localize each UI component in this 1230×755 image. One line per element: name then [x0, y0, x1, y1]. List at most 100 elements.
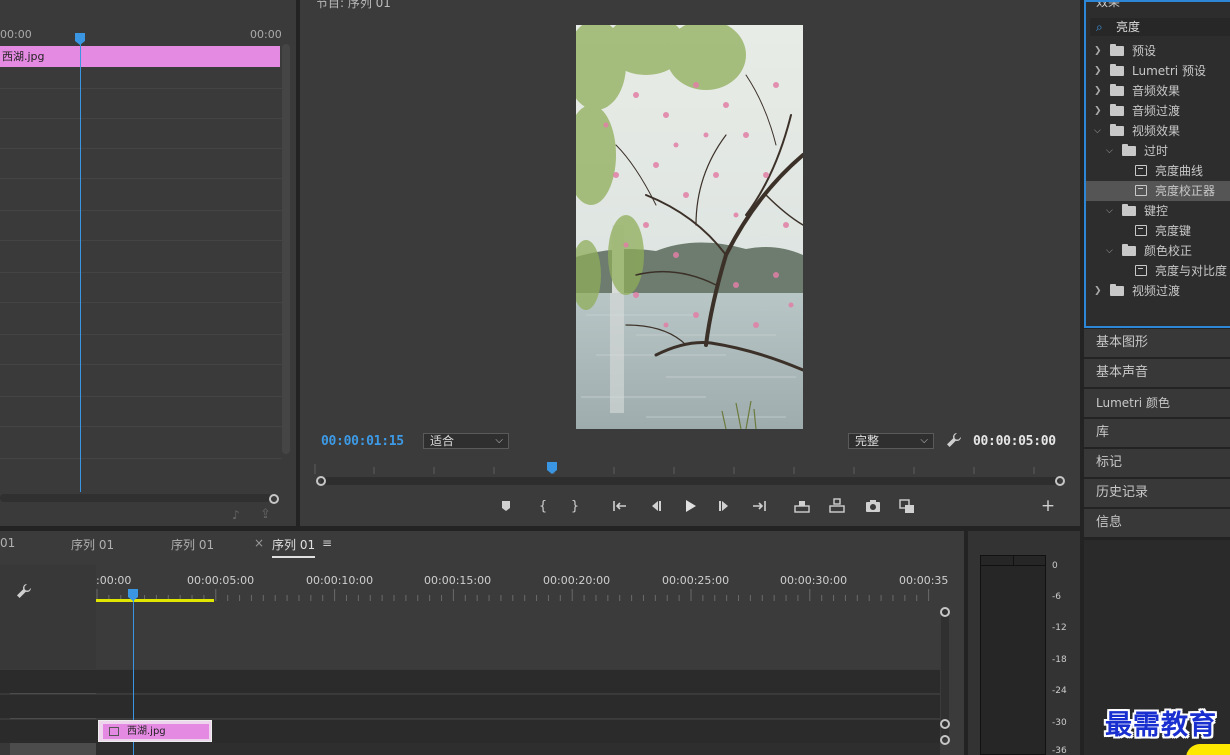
source-horizontal-scrollbar[interactable] — [0, 494, 272, 502]
effects-tree-item[interactable]: ⌵ 颜色校正 — [1086, 241, 1230, 261]
video-image — [576, 25, 803, 429]
ruler-label: 00:00:10:00 — [306, 574, 374, 587]
effects-tree-item[interactable]: 亮度曲线 — [1086, 161, 1230, 181]
watermark-text: 最需教育 — [1105, 710, 1217, 741]
scroll-handle[interactable] — [940, 607, 950, 617]
timeline-tab[interactable]: 序列 01 — [71, 536, 114, 553]
db-label: -6 — [1052, 592, 1061, 602]
go-to-out-button[interactable] — [748, 496, 770, 516]
add-marker-button[interactable] — [495, 496, 517, 516]
playback-resolution-value: 完整 — [855, 434, 880, 448]
ruler-label: 00:00:15:00 — [424, 574, 492, 587]
go-to-out-icon — [753, 501, 766, 511]
wrench-settings-icon[interactable] — [946, 432, 962, 452]
ruler-label: :00:00 — [96, 574, 132, 587]
source-clip[interactable]: 西湖.jpg — [0, 46, 280, 67]
effects-tree-label: 过时 — [1144, 144, 1169, 158]
scroll-handle[interactable] — [940, 719, 950, 729]
panel-essential-sound[interactable]: 基本声音 — [1084, 359, 1230, 387]
mark-in-button[interactable]: { — [532, 496, 554, 516]
effects-panel-title: 效果 — [1096, 0, 1121, 9]
folder-icon — [1110, 124, 1124, 136]
timeline-time-ruler[interactable] — [96, 589, 940, 601]
scroll-handle[interactable] — [940, 735, 950, 745]
play-button[interactable] — [679, 496, 701, 516]
effects-tree-item[interactable]: 亮度与对比度 — [1086, 261, 1230, 281]
comparison-view-button[interactable] — [896, 496, 918, 516]
track-divider — [0, 240, 282, 241]
export-icon[interactable]: ⇪ — [260, 507, 271, 522]
effects-tree-item[interactable]: ⌵ 过时 — [1086, 141, 1230, 161]
effects-tree-item[interactable]: ❯ 音频效果 — [1086, 81, 1230, 101]
folder-icon — [1122, 244, 1136, 256]
step-forward-button[interactable] — [714, 496, 736, 516]
timeline-tab[interactable]: 01 — [0, 536, 15, 550]
effects-tree-item[interactable]: ❯ 视频过渡 — [1086, 281, 1230, 301]
go-to-in-button[interactable] — [609, 496, 631, 516]
effects-tree-item-selected[interactable]: 亮度校正器 — [1086, 181, 1230, 201]
program-time-ruler[interactable] — [314, 462, 1060, 474]
source-vertical-scrollbar[interactable] — [282, 44, 290, 454]
program-current-timecode[interactable]: 00:00:01:15 — [321, 434, 404, 449]
extract-button[interactable] — [826, 496, 848, 516]
program-zoom-scrollbar[interactable] — [321, 477, 1059, 485]
marker-icon — [502, 501, 510, 511]
timeline-settings-wrench-icon[interactable] — [16, 583, 32, 602]
timeline-playhead[interactable] — [128, 589, 138, 601]
panel-lumetri-color[interactable]: Lumetri 颜色 — [1084, 389, 1230, 417]
ruler-label: 00:00:05:00 — [187, 574, 255, 587]
effects-tree-item[interactable]: ❯ Lumetri 预设 — [1086, 61, 1230, 81]
source-playhead[interactable] — [75, 33, 85, 45]
panel-markers[interactable]: 标记 — [1084, 449, 1230, 477]
play-icon — [686, 500, 696, 512]
chevron-down-icon: ⌵ — [1106, 146, 1113, 156]
timeline-horizontal-scrollbar[interactable] — [96, 743, 940, 755]
timeline-clip[interactable]: 西湖.jpg — [98, 720, 212, 742]
close-icon[interactable]: × — [254, 536, 264, 550]
effects-panel: 效果 ⌕ 亮度 ❯ 预设 ❯ Lumetri 预设 ❯ 音频效果 ❯ 音频过渡 … — [1084, 0, 1230, 328]
program-playhead[interactable] — [547, 462, 557, 474]
timeline-tab-active[interactable]: 序列 01 — [272, 536, 316, 558]
video-effect-icon — [1135, 225, 1147, 236]
effects-tree-item[interactable]: ⌵ 视频效果 — [1086, 121, 1230, 141]
button-editor-button[interactable]: + — [1037, 496, 1059, 516]
track-divider — [0, 396, 282, 397]
zoom-handle-right[interactable] — [1055, 476, 1065, 486]
effects-tree-label: 键控 — [1144, 204, 1169, 218]
timeline-tab[interactable]: 序列 01 — [171, 536, 214, 553]
panel-libraries[interactable]: 库 — [1084, 419, 1230, 447]
mark-in-icon: { — [538, 498, 548, 514]
panel-essential-graphics[interactable]: 基本图形 — [1084, 329, 1230, 357]
work-area-bar[interactable] — [96, 599, 214, 602]
panel-history[interactable]: 历史记录 — [1084, 479, 1230, 507]
playback-resolution-select[interactable]: 完整 ⌵ — [848, 433, 934, 449]
panel-info[interactable]: 信息 — [1084, 509, 1230, 537]
scroll-handle[interactable] — [269, 494, 279, 504]
mark-out-button[interactable]: } — [564, 496, 586, 516]
effects-tree-item[interactable]: 亮度键 — [1086, 221, 1230, 241]
audio-meter-panel: 0 -6 -12 -18 -24 -30 -36 — [968, 531, 1080, 755]
effects-tree-label: 亮度键 — [1155, 224, 1192, 238]
preset-folder-icon — [1110, 64, 1124, 76]
folder-icon — [1122, 144, 1136, 156]
effects-tree-item[interactable]: ⌵ 键控 — [1086, 201, 1230, 221]
corner-badge — [1186, 744, 1230, 755]
effects-search-input[interactable]: ⌕ 亮度 — [1090, 18, 1230, 36]
effects-tree-item[interactable]: ❯ 音频过渡 — [1086, 101, 1230, 121]
effects-tree-item[interactable]: ❯ 预设 — [1086, 41, 1230, 61]
insert-audio-icon[interactable]: ♪ — [232, 508, 240, 522]
effects-tree-label: 亮度校正器 — [1155, 184, 1216, 198]
db-label: -30 — [1052, 718, 1067, 728]
lift-button[interactable] — [791, 496, 813, 516]
folder-icon — [1122, 204, 1136, 216]
effects-tree-label: 预设 — [1132, 44, 1157, 58]
zoom-handle-left[interactable] — [316, 476, 326, 486]
chevron-down-icon: ⌵ — [1094, 126, 1101, 136]
export-frame-button[interactable] — [862, 496, 884, 516]
step-back-button[interactable] — [644, 496, 666, 516]
video-track-row[interactable] — [0, 669, 940, 693]
zoom-level-select[interactable]: 适合 ⌵ — [423, 433, 509, 449]
program-duration-timecode: 00:00:05:00 — [973, 434, 1056, 449]
panel-menu-icon[interactable]: ≡ — [322, 536, 332, 550]
video-track-row[interactable] — [0, 694, 940, 718]
